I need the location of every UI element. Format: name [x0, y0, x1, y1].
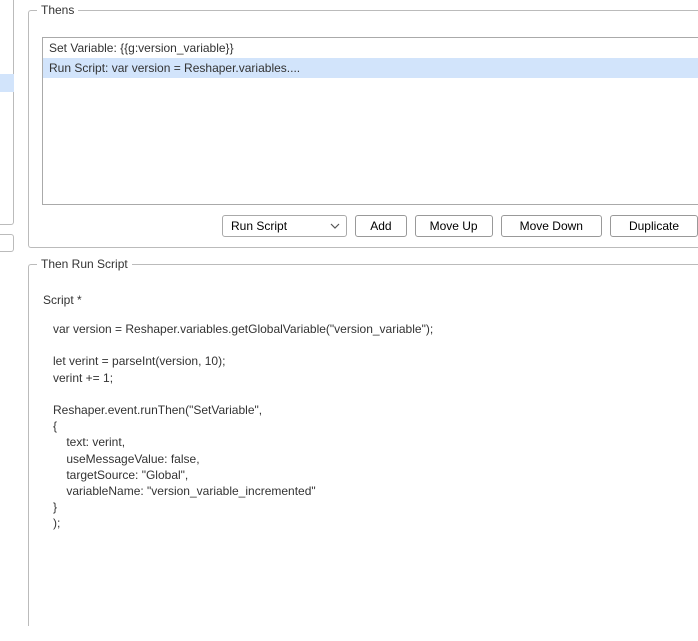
left-selection-highlight: [0, 74, 14, 92]
move-down-button[interactable]: Move Down: [501, 215, 602, 237]
thens-controls-row: Run Script Add Move Up Move Down Duplica…: [29, 205, 698, 247]
thens-legend: Thens: [37, 3, 78, 17]
left-panel-fragment-mid: [0, 234, 14, 252]
thens-fieldset: Thens Set Variable: {{g:version_variable…: [28, 10, 698, 248]
add-button[interactable]: Add: [355, 215, 406, 237]
thens-list-item[interactable]: Set Variable: {{g:version_variable}}: [43, 38, 698, 58]
action-select-wrap: Run Script: [222, 215, 347, 237]
left-panel-fragment-top: [0, 0, 14, 225]
duplicate-button[interactable]: Duplicate: [610, 215, 698, 237]
script-textarea[interactable]: var version = Reshaper.variables.getGlob…: [43, 315, 698, 537]
then-detail-fieldset: Then Run Script Script * var version = R…: [28, 264, 698, 626]
thens-list-item[interactable]: Run Script: var version = Reshaper.varia…: [43, 58, 698, 78]
then-detail-legend: Then Run Script: [37, 257, 132, 271]
left-rail: [0, 0, 16, 641]
move-up-button[interactable]: Move Up: [415, 215, 493, 237]
main-area: Thens Set Variable: {{g:version_variable…: [28, 0, 698, 641]
script-field-label: Script *: [29, 291, 698, 315]
thens-list[interactable]: Set Variable: {{g:version_variable}}Run …: [42, 37, 698, 205]
action-select[interactable]: Run Script: [222, 215, 347, 237]
